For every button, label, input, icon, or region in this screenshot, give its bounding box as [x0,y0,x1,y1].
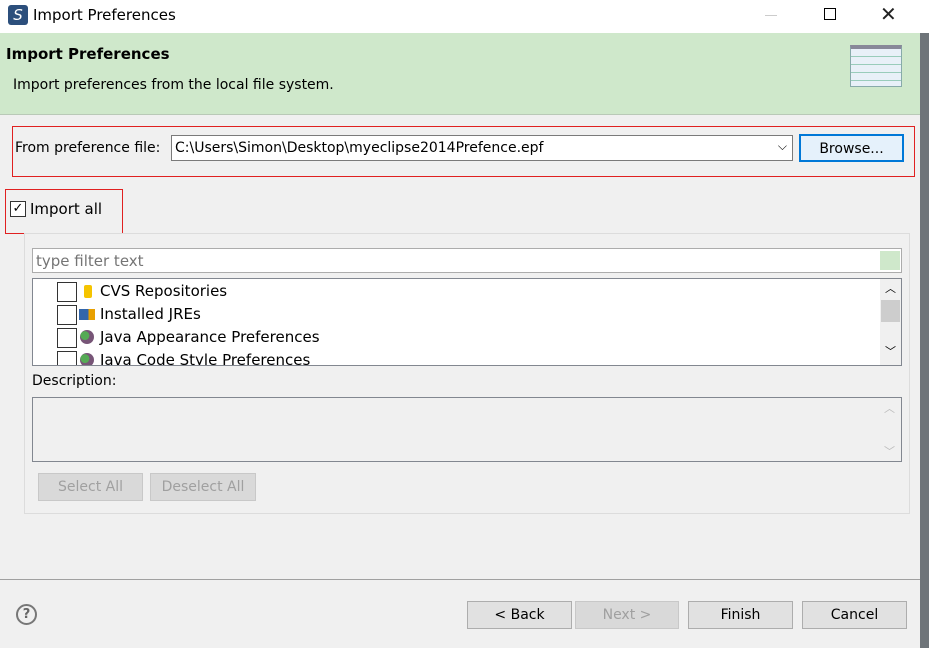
clear-filter-icon[interactable] [880,251,900,270]
scroll-up-icon[interactable]: ︿ [884,400,895,416]
deselect-all-button[interactable]: Deselect All [150,473,256,501]
description-box: ︿ ﹀ [32,397,902,462]
tree-item-checkbox[interactable] [57,351,77,365]
tree-item-checkbox[interactable] [57,328,77,348]
tree-item-label: Installed JREs [100,305,201,323]
java-prefs-icon [80,353,94,365]
file-value: C:\Users\Simon\Desktop\myeclipse2014Pref… [175,140,544,156]
tree-item-label: Java Code Style Preferences [100,351,311,366]
back-button[interactable]: < Back [467,601,572,629]
scroll-up-icon[interactable]: ︿ [885,280,896,296]
tree-item-label: CVS Repositories [100,282,228,300]
file-label: From preference file: [15,140,161,156]
tree-scrollbar[interactable]: ︿ ﹀ [880,279,901,365]
filter-input[interactable] [32,248,902,273]
maximize-button[interactable] [824,8,836,20]
import-all-checkbox[interactable]: ✓ [10,201,26,217]
banner-title: Import Preferences [6,45,170,63]
browse-button[interactable]: Browse... [799,134,904,162]
help-icon[interactable]: ? [16,604,37,625]
app-icon: S [8,5,28,25]
file-combo[interactable]: C:\Users\Simon\Desktop\myeclipse2014Pref… [171,135,793,161]
footer-separator [0,579,920,580]
import-wizard-icon [850,45,902,87]
scroll-down-icon[interactable]: ﹀ [884,443,895,459]
wizard-banner: Import Preferences Import preferences fr… [0,33,920,115]
description-label: Description: [32,373,117,389]
close-button[interactable]: ✕ [880,2,897,26]
finish-button[interactable]: Finish [688,601,793,629]
import-all-label[interactable]: Import all [30,200,102,218]
preferences-tree[interactable]: CVS Repositories Installed JREs Java App… [32,278,902,366]
next-button[interactable]: Next > [575,601,679,629]
tree-item-checkbox[interactable] [57,305,77,325]
banner-description: Import preferences from the local file s… [13,77,334,93]
tree-item-label: Java Appearance Preferences [100,328,320,346]
minimize-button[interactable] [765,15,777,16]
database-icon [84,285,92,298]
java-prefs-icon [80,330,94,344]
scroll-thumb[interactable] [881,300,900,322]
window-edge [920,33,929,648]
cancel-button[interactable]: Cancel [802,601,907,629]
select-all-button[interactable]: Select All [38,473,143,501]
title-bar: S Import Preferences ✕ [0,0,929,33]
window-title: Import Preferences [33,6,176,24]
jre-icon [79,309,95,320]
tree-item-checkbox[interactable] [57,282,77,302]
preferences-group [24,233,910,514]
scroll-down-icon[interactable]: ﹀ [885,343,896,359]
chevron-down-icon[interactable]: ⌵ [778,139,787,154]
